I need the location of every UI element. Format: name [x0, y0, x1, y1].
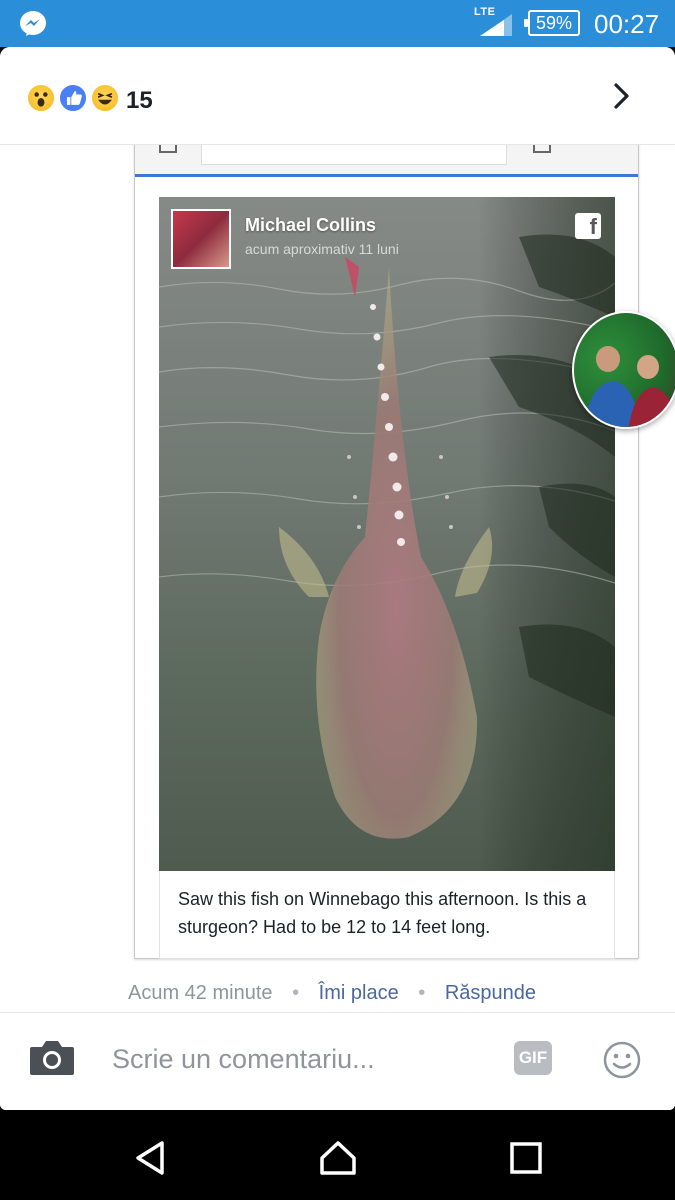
chevron-right-icon[interactable] — [606, 81, 636, 111]
haha-reaction-icon — [90, 83, 120, 113]
facebook-logo-icon: f — [575, 213, 601, 239]
home-button-icon[interactable] — [318, 1138, 358, 1178]
signal-icon — [480, 14, 512, 36]
battery-icon: 59% — [524, 10, 580, 36]
battery-level: 59% — [535, 13, 573, 33]
author-name[interactable]: Michael Collins — [245, 215, 376, 236]
reply-link[interactable]: Răspunde — [445, 982, 536, 1005]
camera-icon[interactable] — [28, 1037, 76, 1077]
comment-composer: GIF — [0, 1012, 675, 1110]
gif-button[interactable]: GIF — [514, 1041, 552, 1075]
post-timestamp: acum aproximativ 11 luni — [245, 241, 399, 257]
shared-post-card[interactable]: Michael Collins acum aproximativ 11 luni… — [134, 139, 639, 959]
emoji-icon[interactable] — [602, 1040, 642, 1080]
reaction-count: 15 — [126, 87, 153, 114]
like-link[interactable]: Îmi place — [319, 982, 399, 1005]
comment-meta: Acum 42 minute • Îmi place • Răspunde — [128, 982, 536, 1005]
comment-time: Acum 42 minute — [128, 982, 273, 1004]
fish-image — [159, 197, 615, 871]
chat-head-avatar[interactable] — [572, 311, 675, 429]
separator-dot: • — [418, 982, 426, 1004]
separator-dot: • — [292, 982, 300, 1004]
recent-apps-icon[interactable] — [506, 1138, 546, 1178]
status-bar: LTE 59% 00:27 — [0, 0, 675, 47]
author-avatar[interactable] — [171, 209, 231, 269]
messenger-icon[interactable] — [18, 9, 48, 39]
like-reaction-icon — [58, 83, 88, 113]
back-icon[interactable] — [130, 1138, 170, 1178]
navigation-bar — [0, 1110, 675, 1200]
post-photo[interactable]: Michael Collins acum aproximativ 11 luni… — [159, 197, 615, 871]
reaction-header[interactable]: 15 — [0, 47, 675, 145]
comment-panel: 15 Michael Collins acum aproximativ 11 l… — [0, 47, 675, 1110]
comment-input[interactable] — [112, 1043, 482, 1075]
wow-reaction-icon — [26, 83, 56, 113]
clock: 00:27 — [594, 9, 660, 39]
post-caption: Saw this fish on Winnebago this afternoo… — [159, 871, 615, 959]
